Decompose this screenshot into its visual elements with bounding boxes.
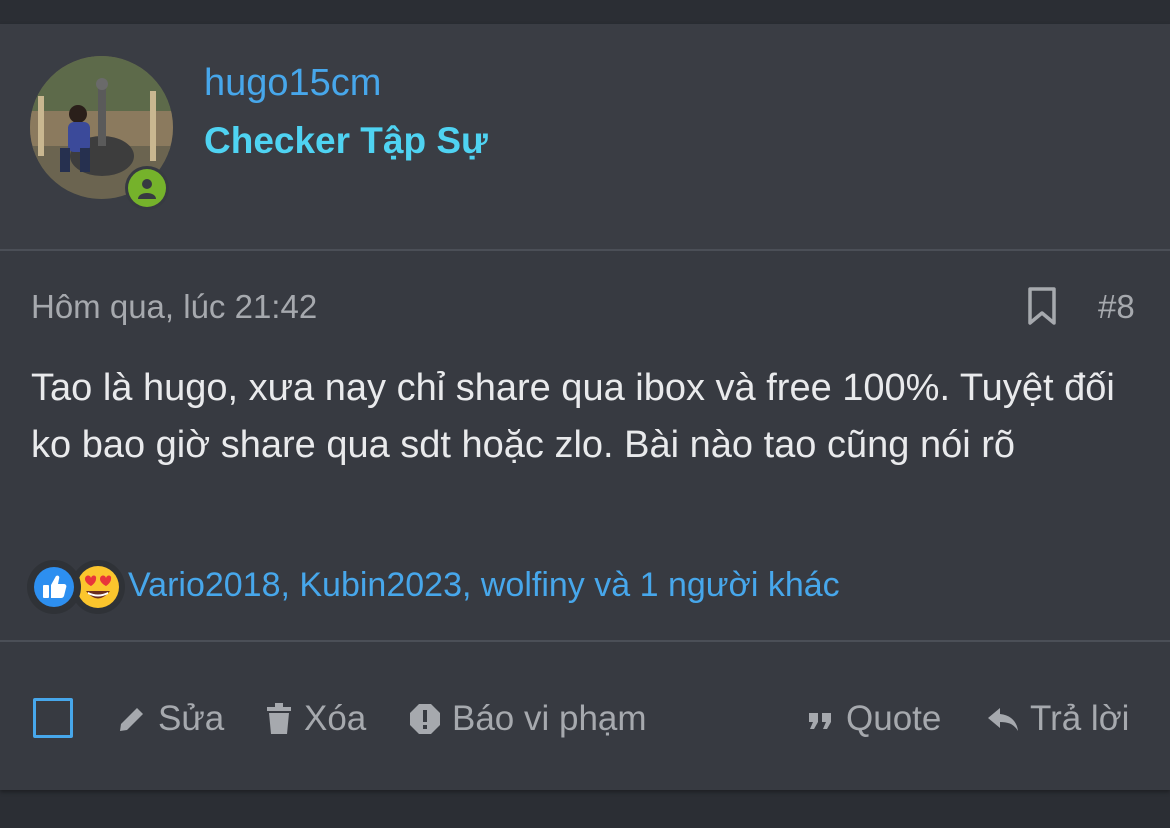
reply-label: Trả lời: [1030, 699, 1130, 738]
edit-label: Sửa: [158, 699, 225, 738]
pencil-icon: [120, 708, 143, 731]
reactions-bar: Vario2018, Kubin2023, wolfiny và 1 người…: [27, 560, 1147, 620]
edit-button[interactable]: Sửa: [116, 696, 224, 742]
alert-octagon-icon: [410, 704, 440, 734]
report-button[interactable]: Báo vi phạm: [408, 696, 647, 742]
bookmark-icon[interactable]: [1024, 286, 1060, 326]
online-user-icon: [128, 169, 166, 207]
online-status-badge: [125, 166, 169, 210]
quote-icon: [809, 713, 831, 729]
reply-arrow-icon: [988, 708, 1018, 731]
username-link[interactable]: hugo15cm: [204, 62, 381, 105]
actions-divider: [0, 640, 1170, 642]
reply-button[interactable]: Trả lời: [986, 696, 1129, 742]
quote-button[interactable]: Quote: [806, 696, 941, 742]
quote-label: Quote: [846, 699, 942, 738]
delete-label: Xóa: [304, 699, 367, 738]
delete-button[interactable]: Xóa: [264, 696, 366, 742]
user-block: hugo15cm Checker Tập Sự: [0, 24, 1170, 251]
post-number-link[interactable]: #8: [1098, 288, 1135, 326]
post-date[interactable]: Hôm qua, lúc 21:42: [31, 288, 317, 326]
select-checkbox[interactable]: [33, 698, 73, 738]
post-message: Tao là hugo, xưa nay chỉ share qua ibox …: [31, 367, 1115, 466]
message-post: hugo15cm Checker Tập Sự Hôm qua, lúc 21:…: [0, 24, 1170, 790]
user-title: Checker Tập Sự: [204, 120, 488, 161]
report-label: Báo vi phạm: [452, 699, 647, 738]
reaction-users-link[interactable]: Vario2018, Kubin2023, wolfiny và 1 người…: [128, 566, 840, 605]
trash-icon: [267, 703, 291, 734]
thumbs-up-icon[interactable]: [27, 560, 81, 614]
post-actions-bar: Sửa Xóa Báo vi phạm Quote Trả lời: [0, 684, 1170, 754]
